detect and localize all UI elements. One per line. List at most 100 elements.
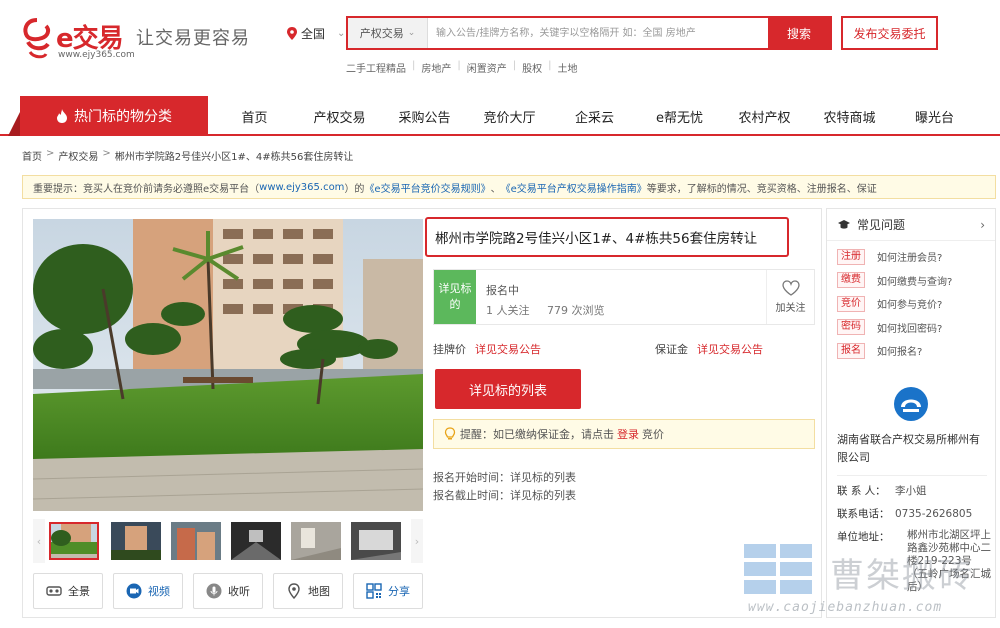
reminder-text: 提醒：如已缴纳保证金，请点击 xyxy=(460,428,614,441)
nav-item-specialty-mall[interactable]: 农特商城 xyxy=(807,96,892,136)
start-value: 详见标的列表 xyxy=(510,471,576,484)
important-notice: 重要提示：竞买人在竞价前请务必遵照e交易平台（ www.ejy365.com ）的《… xyxy=(22,175,996,199)
deposit-reminder: 提醒：如已缴纳保证金，请点击 登录 竞价 xyxy=(433,419,815,449)
nav-item-enterprise-cloud[interactable]: 企采云 xyxy=(552,96,637,136)
faq-tag: 缴费 xyxy=(837,272,865,289)
search-button[interactable]: 搜索 xyxy=(768,18,830,48)
listing-stats: 1 人关注 779 次浏览 xyxy=(486,302,619,318)
panorama-button[interactable]: 全景 xyxy=(33,573,103,609)
share-button[interactable]: 分享 xyxy=(353,573,423,609)
hot-category-menu[interactable]: 热门标的物分类 xyxy=(8,96,208,136)
end-value: 详见标的列表 xyxy=(510,489,576,502)
publish-trade-button[interactable]: 发布交易委托 xyxy=(841,16,938,50)
breadcrumb-category[interactable]: 产权交易 xyxy=(58,148,98,163)
hotlink[interactable]: 土地 xyxy=(558,60,578,75)
breadcrumb-home[interactable]: 首页 xyxy=(22,148,42,163)
thumb-prev-button[interactable]: ‹ xyxy=(33,519,45,563)
main-nav: 热门标的物分类 首页 产权交易 采购公告 竞价大厅 企采云 e帮无忧 农村产权 … xyxy=(0,96,1000,136)
action-label: 分享 xyxy=(388,585,410,598)
map-button[interactable]: 地图 xyxy=(273,573,343,609)
faq-header[interactable]: 常见问题 › xyxy=(827,209,995,241)
faq-list: 注册 如何注册会员? 缴费 如何缴费与查询? 竞价 如何参与竞价? 密码 如何找回密码?… xyxy=(827,241,995,363)
faq-item[interactable]: 缴费 如何缴费与查询? xyxy=(837,269,995,293)
thumbnail[interactable] xyxy=(351,522,401,560)
property-photo xyxy=(33,219,423,511)
action-label: 视频 xyxy=(148,585,170,598)
faq-item[interactable]: 密码 如何找回密码? xyxy=(837,316,995,340)
slogan: 让交易更容易 xyxy=(136,28,250,49)
registration-status: 报名中 xyxy=(486,284,519,297)
follow-button[interactable]: 加关注 xyxy=(766,270,814,324)
breadcrumb-separator: > xyxy=(102,148,111,159)
hotlink[interactable]: 房地产 xyxy=(421,60,451,75)
faq-question: 如何缴费与查询? xyxy=(877,276,953,288)
faq-title: 常见问题 xyxy=(857,218,906,232)
notice-rules-link[interactable]: 《e交易平台竞价交易规则》 xyxy=(364,180,490,195)
thumbnail[interactable] xyxy=(231,522,281,560)
org-name: 湖南省联合产权交易所郴州有限公司 xyxy=(837,433,980,464)
faq-item[interactable]: 报名 如何报名? xyxy=(837,339,995,363)
notice-site-link[interactable]: www.ejy365.com xyxy=(259,182,344,193)
divider: | xyxy=(412,60,416,71)
nav-item-home[interactable]: 首页 xyxy=(212,96,297,136)
faq-item[interactable]: 竞价 如何参与竞价? xyxy=(837,292,995,316)
notice-suffix: 等要求，了解标的情况、竞买资格、注册报名、保证 xyxy=(646,183,877,195)
nav-item-auction-hall[interactable]: 竞价大厅 xyxy=(467,96,552,136)
hotlink[interactable]: 二手工程精品 xyxy=(346,60,406,75)
faq-question: 如何注册会员? xyxy=(877,253,943,265)
thumb-next-button[interactable]: › xyxy=(411,519,423,563)
search-input[interactable] xyxy=(428,18,768,48)
address-value: 郴州市北湖区坪上路鑫沙苑郴中心二楼219-223号（五岭广场名汇城后） xyxy=(907,529,991,593)
flame-icon xyxy=(57,109,67,123)
faq-item[interactable]: 注册 如何注册会员? xyxy=(837,245,995,269)
region-selector[interactable]: 全国 ⌄ xyxy=(287,24,345,42)
action-label: 全景 xyxy=(68,585,90,598)
start-label: 报名开始时间： xyxy=(433,471,510,484)
view-lot-list-button[interactable]: 详见标的列表 xyxy=(435,369,581,409)
nav-item-rural-property[interactable]: 农村产权 xyxy=(722,96,807,136)
map-pin-icon xyxy=(288,583,300,599)
breadcrumb-current: 郴州市学院路2号佳兴小区1#、4#栋共56套住房转让 xyxy=(114,152,354,163)
thumbnail[interactable] xyxy=(49,522,99,560)
nav-item-exposure[interactable]: 曝光台 xyxy=(892,96,977,136)
hotlink[interactable]: 股权 xyxy=(522,60,542,75)
contact-value: 李小姐 xyxy=(895,485,927,497)
graduation-cap-icon xyxy=(838,219,850,229)
nav-item-procurement[interactable]: 采购公告 xyxy=(382,96,467,136)
login-link[interactable]: 登录 xyxy=(617,426,639,442)
divider: | xyxy=(512,60,517,71)
video-button[interactable]: 视频 xyxy=(113,573,183,609)
chevron-down-icon: ⌄ xyxy=(407,28,416,38)
main-photo[interactable] xyxy=(33,219,423,511)
phone-label: 联系电话： xyxy=(837,508,890,520)
site-logo[interactable]: e交易 让交易更容易 www.ejy365.com xyxy=(22,16,262,66)
site-url: www.ejy365.com xyxy=(58,50,135,60)
divider: | xyxy=(457,60,461,71)
listing-title: 郴州市学院路2号佳兴小区1#、4#栋共56套住房转让 xyxy=(425,217,789,257)
status-panel: 详见标的 报名中 1 人关注 779 次浏览 加关注 xyxy=(433,269,815,325)
price-value-link[interactable]: 详见交易公告 xyxy=(475,341,541,357)
chevron-right-icon: › xyxy=(980,217,985,232)
nav-item-ehelp[interactable]: e帮无忧 xyxy=(637,96,722,136)
deposit-label: 保证金 xyxy=(655,343,688,356)
address-label: 单位地址： xyxy=(837,531,890,543)
sidebar: 常见问题 › 注册 如何注册会员? 缴费 如何缴费与查询? 竞价 如何参与竞价? 密码… xyxy=(826,208,996,618)
thumbnail[interactable] xyxy=(111,522,161,560)
thumbnail[interactable] xyxy=(171,522,221,560)
notice-guide-link[interactable]: 《e交易平台产权交易操作指南》 xyxy=(501,180,647,195)
hot-keywords: 二手工程精品 | 房地产 | 闲置资产 | 股权 | 土地 xyxy=(346,60,578,75)
thumbnail[interactable] xyxy=(291,522,341,560)
hotlink[interactable]: 闲置资产 xyxy=(467,60,507,75)
contact-phone: 联系电话： 0735-2626805 xyxy=(837,506,992,521)
view-count: 779 次浏览 xyxy=(547,304,605,317)
faq-tag: 竞价 xyxy=(837,295,865,312)
search-type-select[interactable]: 产权交易 ⌄ xyxy=(348,18,428,48)
microphone-icon xyxy=(206,583,222,599)
divider xyxy=(837,475,987,476)
faq-question: 如何参与竞价? xyxy=(877,300,943,312)
search-bar: 产权交易 ⌄ 搜索 xyxy=(346,16,832,50)
deposit-value-link[interactable]: 详见交易公告 xyxy=(697,341,763,357)
nav-item-property[interactable]: 产权交易 xyxy=(297,96,382,136)
faq-tag: 报名 xyxy=(837,342,865,359)
listen-button[interactable]: 收听 xyxy=(193,573,263,609)
